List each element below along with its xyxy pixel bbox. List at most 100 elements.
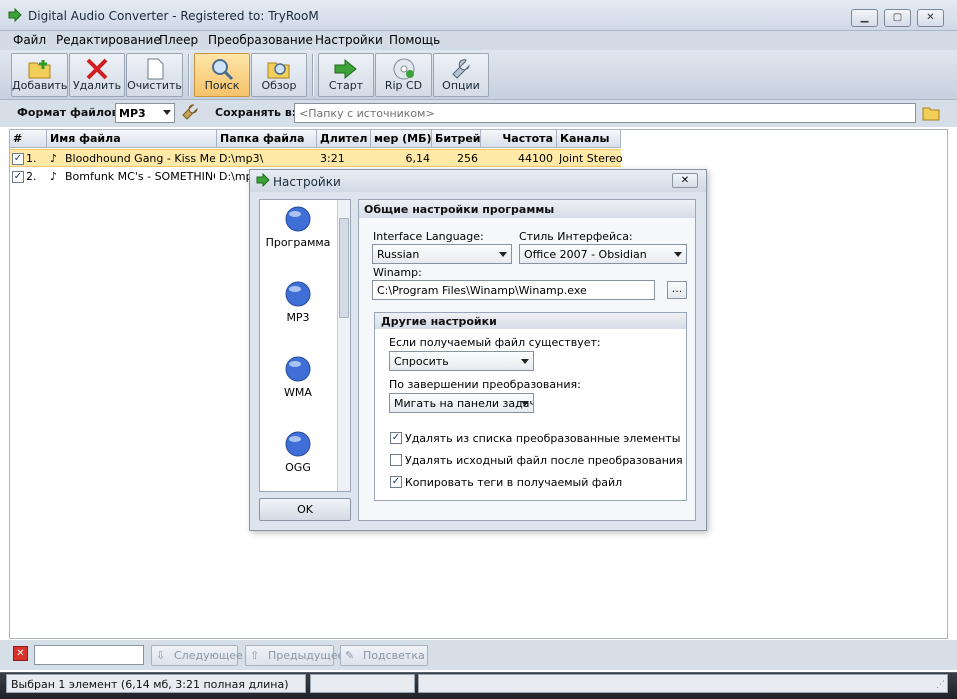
wrench-icon	[452, 59, 470, 79]
status-panel	[418, 674, 948, 693]
menu-convert[interactable]: Преобразование	[208, 33, 313, 47]
lang-label: Interface Language:	[373, 230, 484, 243]
highlight-label: Подсветка	[363, 649, 425, 662]
menu-edit[interactable]: Редактирование	[56, 33, 161, 47]
row-duration: 3:21	[320, 152, 345, 165]
col-header-channels[interactable]: Каналы	[557, 130, 621, 148]
row-folder: D:\mp	[219, 170, 249, 183]
start-button[interactable]: Старт	[318, 53, 374, 97]
toolbar-separator	[312, 54, 314, 96]
category-scrollbar[interactable]	[337, 200, 350, 491]
exists-label: Если получаемый файл существует:	[389, 336, 601, 349]
winamp-browse-button[interactable]: ...	[667, 281, 687, 299]
winamp-label: Winamp:	[373, 266, 422, 279]
ok-button[interactable]: OK	[259, 498, 351, 521]
exists-select[interactable]: Спросить	[389, 351, 534, 371]
style-value: Office 2007 - Obsidian	[524, 248, 647, 261]
close-find-icon[interactable]: ✕	[13, 646, 28, 661]
find-prev-label: Предыдущее	[268, 649, 345, 662]
check-label: Удалять из списка преобразованные элемен…	[405, 432, 681, 445]
save-path-input[interactable]: <Папку с источником>	[294, 103, 916, 123]
maximize-button[interactable]: ▢	[884, 9, 911, 27]
format-value: MP3	[119, 107, 146, 120]
row-folder: D:\mp3\	[219, 152, 264, 165]
menu-file[interactable]: Файл	[13, 33, 46, 47]
search-button[interactable]: Поиск	[194, 53, 250, 97]
language-select[interactable]: Russian	[372, 244, 512, 264]
check-label: Удалять исходный файл после преобразован…	[405, 454, 683, 467]
folder-search-icon	[267, 62, 290, 79]
check-label: Копировать теги в получаемый файл	[405, 476, 623, 489]
finish-value: Мигать на панели задач	[394, 397, 534, 410]
chevron-down-icon	[674, 252, 682, 257]
category-wma[interactable]: WMA	[260, 355, 336, 399]
app-arrow-icon	[8, 7, 22, 23]
category-label: OGG	[285, 461, 311, 474]
highlight-button[interactable]: ✎ Подсветка	[340, 645, 428, 666]
row-checkbox[interactable]: ✓	[12, 171, 24, 183]
category-program[interactable]: Программа	[260, 205, 336, 249]
col-header-duration[interactable]: Длител	[317, 130, 371, 148]
check-remove-converted[interactable]: ✓	[390, 432, 402, 444]
col-header-name[interactable]: Имя файла	[47, 130, 217, 148]
category-mp3[interactable]: MP3	[260, 280, 336, 324]
menu-settings[interactable]: Настройки	[315, 33, 383, 47]
add-button[interactable]: Добавить	[11, 53, 68, 97]
table-row[interactable]: ✓ 1. ♪ Bloodhound Gang - Kiss Me Wh D:\m…	[10, 149, 623, 167]
green-arrow-icon	[334, 58, 357, 80]
general-header: Общие настройки программы	[364, 203, 555, 216]
save-label: Сохранять в:	[215, 106, 297, 119]
scrollbar-thumb[interactable]	[339, 218, 349, 318]
status-text: Выбран 1 элемент (6,14 мб, 3:21 полная д…	[6, 674, 306, 693]
toolbar-separator	[188, 54, 190, 96]
col-header-bitrate[interactable]: Битрейт	[432, 130, 481, 148]
row-number: 1.	[26, 152, 37, 165]
menu-player[interactable]: Плеер	[159, 33, 198, 47]
style-label: Стиль Интерфейса:	[519, 230, 633, 243]
folder-icon[interactable]	[921, 103, 941, 123]
row-checkbox[interactable]: ✓	[12, 153, 24, 165]
clear-button[interactable]: Очистить	[126, 53, 183, 97]
window-title: Digital Audio Converter - Registered to:…	[28, 9, 319, 23]
check-copy-tags[interactable]: ✓	[390, 476, 402, 488]
col-header-folder[interactable]: Папка файла	[217, 130, 317, 148]
winamp-path-input[interactable]: C:\Program Files\Winamp\Winamp.exe	[372, 280, 655, 300]
check-delete-source[interactable]	[390, 454, 402, 466]
format-label: Формат файлов:	[17, 106, 123, 119]
blue-ball-icon	[285, 281, 311, 307]
language-value: Russian	[377, 248, 420, 261]
find-next-button[interactable]: ⇩ Следующее	[151, 645, 243, 666]
row-filename: Bomfunk MC's - SOMETHING G(	[65, 170, 215, 183]
chevron-down-icon	[521, 359, 529, 364]
rip-cd-button[interactable]: Rip CD	[375, 53, 432, 97]
status-panel	[310, 674, 415, 693]
chevron-down-icon	[163, 110, 171, 115]
col-header-rate[interactable]: Частота	[481, 130, 557, 148]
blue-ball-icon	[285, 356, 311, 382]
resize-grip-icon[interactable]: ⋰	[936, 680, 948, 692]
magnifier-icon	[212, 59, 234, 81]
cd-icon	[393, 58, 414, 80]
col-header-size[interactable]: мер (МБ)	[371, 130, 432, 148]
blue-ball-icon	[285, 206, 311, 232]
finish-select[interactable]: Мигать на панели задач	[389, 393, 534, 413]
menu-help[interactable]: Помощь	[389, 33, 440, 47]
dialog-close-button[interactable]: ✕	[672, 173, 698, 188]
remove-button[interactable]: Удалить	[69, 53, 125, 97]
format-settings-wrench-icon[interactable]	[181, 103, 199, 121]
find-next-label: Следующее	[174, 649, 243, 662]
find-prev-button[interactable]: ⇧ Предыдущее	[245, 645, 344, 666]
col-header-num[interactable]: #	[10, 130, 47, 148]
find-input[interactable]	[34, 645, 144, 665]
row-bitrate: 256	[457, 152, 478, 165]
audio-file-icon: ♪	[50, 170, 58, 183]
category-label: Программа	[265, 236, 331, 249]
browse-button[interactable]: Обзор	[251, 53, 307, 97]
options-button[interactable]: Опции	[433, 53, 489, 97]
format-select[interactable]: MP3	[115, 103, 175, 123]
minimize-button[interactable]: ▁	[851, 9, 878, 27]
style-select[interactable]: Office 2007 - Obsidian	[519, 244, 687, 264]
close-button[interactable]: ✕	[917, 9, 944, 27]
dialog-title: Настройки	[273, 175, 341, 189]
category-ogg[interactable]: OGG	[260, 430, 336, 474]
